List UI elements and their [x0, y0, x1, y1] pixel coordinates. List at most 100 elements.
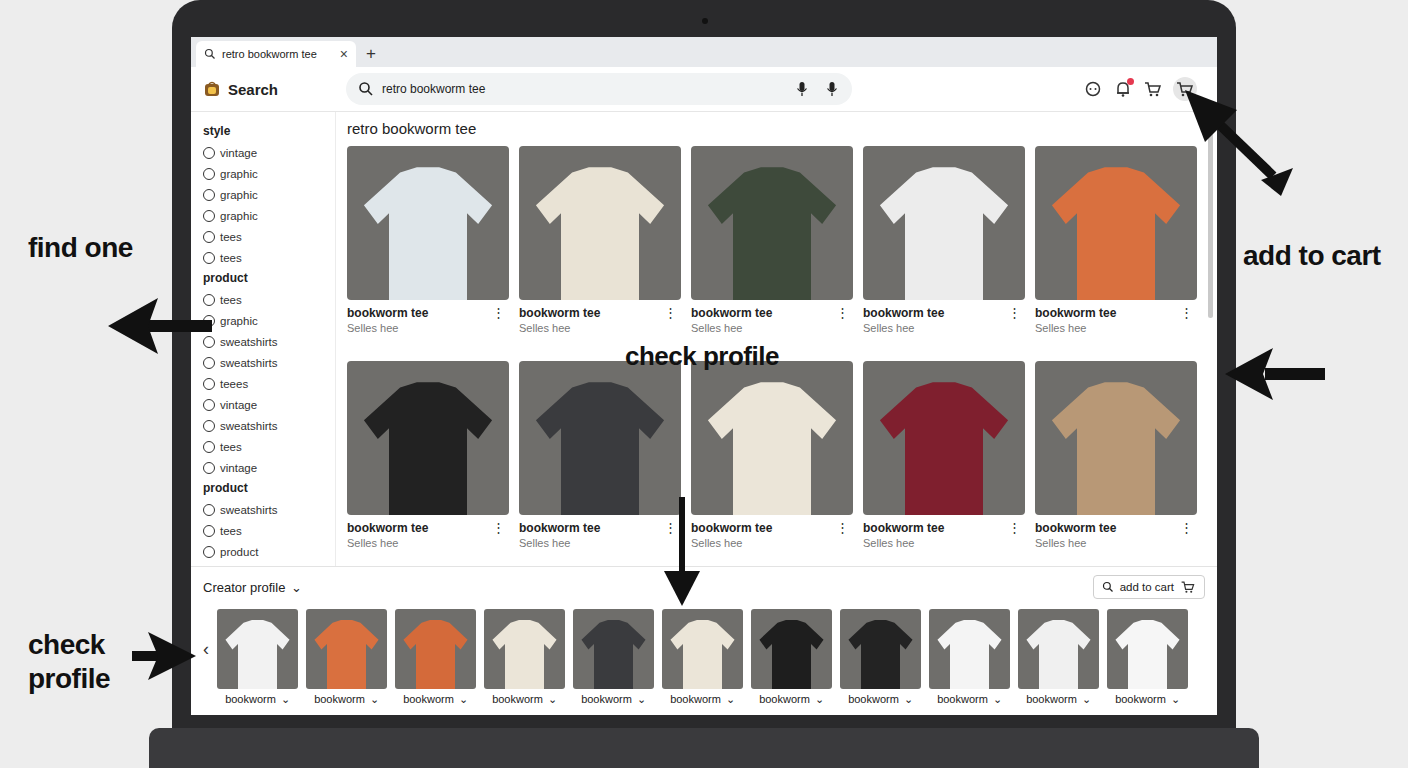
product-photo[interactable] [863, 146, 1025, 300]
creator-profile-toggle[interactable]: Creator profile ⌄ [203, 580, 302, 595]
more-button[interactable]: ⋮ [1176, 305, 1197, 321]
creator-item[interactable]: bookworm⌄ [929, 609, 1010, 706]
more-button[interactable]: ⋮ [1176, 520, 1197, 536]
product-card[interactable]: bookworm tee Selles hee ⋮ [347, 361, 509, 550]
radio-button[interactable] [203, 147, 215, 159]
creator-item[interactable]: bookworm⌄ [1107, 609, 1188, 706]
more-button[interactable]: ⋮ [488, 520, 509, 536]
creator-item[interactable]: bookworm⌄ [751, 609, 832, 706]
filter-label: graphic [220, 315, 258, 327]
creator-item[interactable]: bookworm⌄ [306, 609, 387, 706]
filter-option[interactable]: tees [203, 226, 335, 247]
more-button[interactable]: ⋮ [832, 520, 853, 536]
radio-button[interactable] [203, 525, 215, 537]
radio-button[interactable] [203, 378, 215, 390]
filter-option[interactable]: vintage [203, 142, 335, 163]
creator-item[interactable]: bookworm⌄ [573, 609, 654, 706]
creator-item[interactable]: bookworm⌄ [662, 609, 743, 706]
more-button[interactable]: ⋮ [1004, 305, 1025, 321]
filter-option[interactable]: vintage [203, 457, 335, 478]
card-meta: bookworm tee Selles hee ⋮ [519, 305, 681, 335]
product-photo[interactable] [1035, 361, 1197, 515]
thumbnail-label: bookworm⌄ [662, 692, 743, 706]
filter-option[interactable]: graphic [203, 163, 335, 184]
product-photo[interactable] [347, 146, 509, 300]
cart-icon[interactable] [1143, 79, 1163, 99]
more-button[interactable]: ⋮ [660, 520, 681, 536]
radio-button[interactable] [203, 357, 215, 369]
product-photo[interactable] [1035, 146, 1197, 300]
tab-close[interactable]: × [340, 46, 348, 62]
product-card[interactable]: bookworm tee Selles hee ⋮ [1035, 361, 1197, 550]
search-field[interactable]: retro bookworm tee [346, 73, 852, 105]
filter-option[interactable]: tees [203, 289, 335, 310]
creator-strip: Creator profile ⌄ add to cart ‹ bookworm… [191, 566, 1217, 715]
more-button[interactable]: ⋮ [1004, 520, 1025, 536]
radio-button[interactable] [203, 399, 215, 411]
product-card[interactable]: bookworm tee Selles hee ⋮ [691, 146, 853, 335]
new-tab-button[interactable]: + [366, 44, 376, 64]
logo[interactable]: Search [204, 81, 346, 98]
filter-option[interactable]: sweatshirts [203, 499, 335, 520]
browser-tab[interactable]: retro bookworm tee × [196, 41, 356, 67]
filter-option[interactable]: teees [203, 373, 335, 394]
filter-option[interactable]: graphic [203, 205, 335, 226]
product-card[interactable]: bookworm tee Selles hee ⋮ [863, 146, 1025, 335]
chat-icon[interactable] [1083, 79, 1103, 99]
radio-button[interactable] [203, 210, 215, 222]
filter-option[interactable]: tees [203, 247, 335, 268]
product-card[interactable]: bookworm tee Selles hee ⋮ [863, 361, 1025, 550]
filter-label: graphic [220, 189, 258, 201]
more-button[interactable]: ⋮ [488, 305, 509, 321]
previous-button[interactable]: ‹ [203, 609, 217, 689]
creator-item[interactable]: bookworm⌄ [484, 609, 565, 706]
filter-option[interactable]: sweatshirts [203, 352, 335, 373]
creator-item[interactable]: bookworm⌄ [395, 609, 476, 706]
radio-button[interactable] [203, 546, 215, 558]
filter-option[interactable]: sweatshirts [203, 415, 335, 436]
filter-option[interactable]: tees [203, 436, 335, 457]
product-photo[interactable] [863, 361, 1025, 515]
add-to-cart-button[interactable]: add to cart [1093, 575, 1205, 599]
scrollbar[interactable] [1208, 118, 1213, 318]
radio-button[interactable] [203, 462, 215, 474]
filter-option[interactable]: vintage [203, 394, 335, 415]
shirt-shape [530, 164, 669, 300]
radio-button[interactable] [203, 189, 215, 201]
creator-item[interactable]: bookworm⌄ [840, 609, 921, 706]
radio-button[interactable] [203, 336, 215, 348]
product-photo[interactable] [691, 146, 853, 300]
card-text: bookworm tee Selles hee [519, 305, 660, 335]
more-button[interactable]: ⋮ [832, 305, 853, 321]
product-photo[interactable] [519, 146, 681, 300]
radio-button[interactable] [203, 252, 215, 264]
thumbnail-photo [573, 609, 654, 689]
product-card[interactable]: bookworm tee Selles hee ⋮ [519, 361, 681, 550]
filter-option[interactable]: product [203, 541, 335, 562]
more-button[interactable]: ⋮ [660, 305, 681, 321]
notifications-button[interactable] [1113, 79, 1133, 99]
thumbnail-label: bookworm⌄ [395, 692, 476, 706]
filter-option[interactable]: tees [203, 520, 335, 541]
product-photo[interactable] [347, 361, 509, 515]
radio-button[interactable] [203, 504, 215, 516]
filter-option[interactable]: graphic [203, 184, 335, 205]
product-card[interactable]: bookworm tee Selles hee ⋮ [1035, 146, 1197, 335]
product-card[interactable]: bookworm tee Selles hee ⋮ [519, 146, 681, 335]
product-card[interactable]: bookworm tee Selles hee ⋮ [691, 361, 853, 550]
filter-option[interactable]: sweatshirts [203, 331, 335, 352]
product-photo[interactable] [691, 361, 853, 515]
creator-item[interactable]: bookworm⌄ [1018, 609, 1099, 706]
radio-button[interactable] [203, 420, 215, 432]
radio-button[interactable] [203, 231, 215, 243]
filter-option[interactable]: graphic [203, 310, 335, 331]
card-title: bookworm tee [1035, 305, 1176, 321]
radio-button[interactable] [203, 168, 215, 180]
product-photo[interactable] [519, 361, 681, 515]
radio-button[interactable] [203, 294, 215, 306]
radio-button[interactable] [203, 441, 215, 453]
creator-item[interactable]: bookworm⌄ [217, 609, 298, 706]
microphone-icon[interactable] [824, 81, 840, 97]
microphone-icon[interactable] [794, 81, 810, 97]
product-card[interactable]: bookworm tee Selles hee ⋮ [347, 146, 509, 335]
